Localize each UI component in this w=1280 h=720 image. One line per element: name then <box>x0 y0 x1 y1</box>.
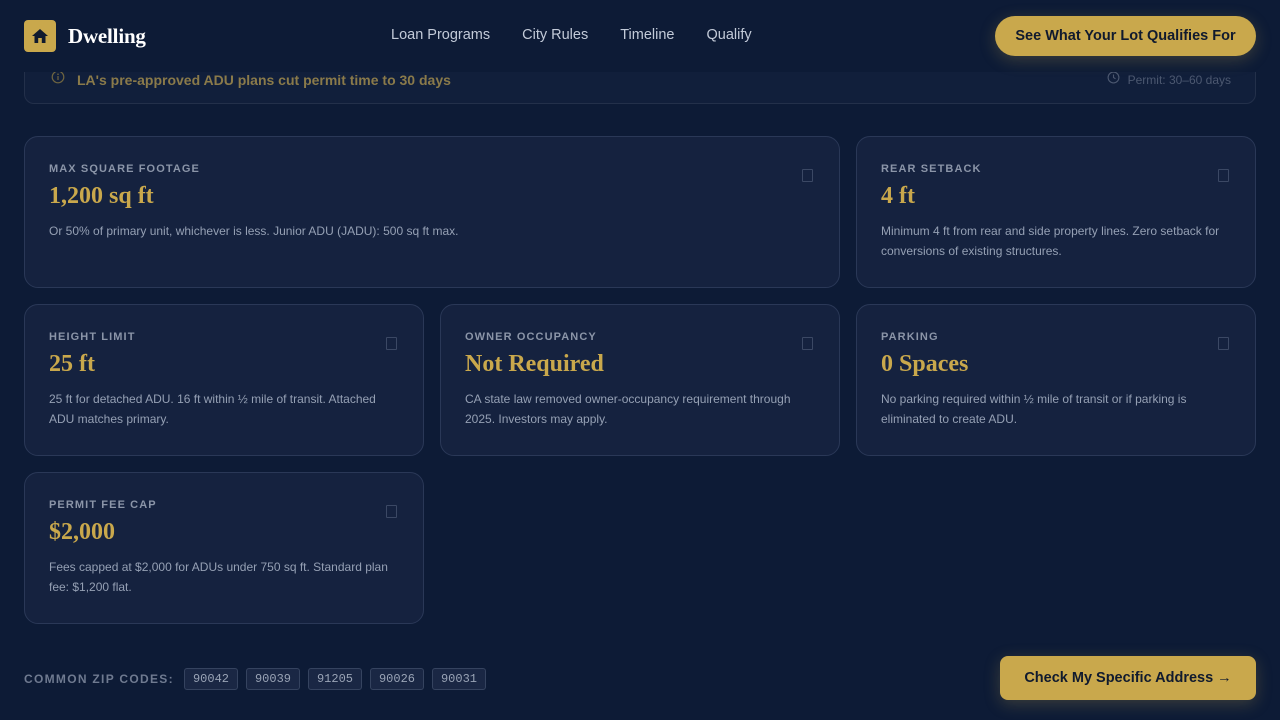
permit-text: Permit: 30–60 days <box>1127 73 1231 87</box>
nav-city-rules[interactable]: City Rules <box>522 27 588 43</box>
card-label: HEIGHT LIMIT <box>49 331 136 343</box>
card-description: Or 50% of primary unit, whichever is les… <box>49 223 459 238</box>
bookmark-icon[interactable] <box>386 505 397 518</box>
card-owner-occupancy: OWNER OCCUPANCY Not Required CA state la… <box>440 304 840 456</box>
zip-chip[interactable]: 90039 <box>246 668 300 690</box>
site-header: Dwelling Loan Programs City Rules Timeli… <box>0 0 1280 72</box>
card-value: 4 ft <box>881 183 915 209</box>
card-parking: PARKING 0 Spaces No parking required wit… <box>856 304 1256 456</box>
zip-chip[interactable]: 90042 <box>184 668 238 690</box>
card-label: PARKING <box>881 331 939 343</box>
zip-chip[interactable]: 90031 <box>432 668 486 690</box>
card-description: Minimum 4 ft from rear and side property… <box>881 223 1220 258</box>
brand-logo[interactable]: Dwelling <box>24 20 146 52</box>
card-max-square-footage: MAX SQUARE FOOTAGE 1,200 sq ft Or 50% of… <box>24 136 840 288</box>
card-value: Not Required <box>465 351 604 377</box>
clock-icon <box>1107 71 1120 89</box>
card-value: 25 ft <box>49 351 95 377</box>
notice-permit: Permit: 30–60 days <box>1107 71 1231 89</box>
card-label: REAR SETBACK <box>881 163 982 175</box>
nav-loan-programs[interactable]: Loan Programs <box>391 27 490 43</box>
card-value: $2,000 <box>49 519 115 545</box>
bookmark-icon[interactable] <box>802 169 813 182</box>
notice-info: LA's pre-approved ADU plans cut permit t… <box>51 70 451 89</box>
bookmark-icon[interactable] <box>386 337 397 350</box>
card-height-limit: HEIGHT LIMIT 25 ft 25 ft for detached AD… <box>24 304 424 456</box>
card-description: Fees capped at $2,000 for ADUs under 750… <box>49 559 388 594</box>
card-label: PERMIT FEE CAP <box>49 499 157 511</box>
zip-code-list: 90042 90039 91205 90026 90031 <box>184 668 494 690</box>
card-description: 25 ft for detached ADU. 16 ft within ½ m… <box>49 391 376 426</box>
card-value: 1,200 sq ft <box>49 183 154 209</box>
card-permit-fee-cap: PERMIT FEE CAP $2,000 Fees capped at $2,… <box>24 472 424 624</box>
info-icon <box>51 70 65 89</box>
check-address-button[interactable]: Check My Specific Address → <box>1000 656 1256 700</box>
card-label: OWNER OCCUPANCY <box>465 331 597 343</box>
card-value: 0 Spaces <box>881 351 969 377</box>
bookmark-icon[interactable] <box>1218 337 1229 350</box>
card-label: MAX SQUARE FOOTAGE <box>49 163 200 175</box>
brand-name: Dwelling <box>68 23 146 48</box>
card-description: CA state law removed owner-occupancy req… <box>465 391 791 426</box>
zip-chip[interactable]: 91205 <box>308 668 362 690</box>
house-icon <box>24 20 56 52</box>
card-rear-setback: REAR SETBACK 4 ft Minimum 4 ft from rear… <box>856 136 1256 288</box>
nav-qualify[interactable]: Qualify <box>706 27 751 43</box>
qualify-lot-button[interactable]: See What Your Lot Qualifies For <box>995 16 1256 56</box>
bookmark-icon[interactable] <box>1218 169 1229 182</box>
main-nav: Loan Programs City Rules Timeline Qualif… <box>391 27 784 43</box>
notice-text: LA's pre-approved ADU plans cut permit t… <box>77 71 451 88</box>
card-description: No parking required within ½ mile of tra… <box>881 391 1187 426</box>
zip-codes-label: COMMON ZIP CODES: <box>24 672 174 686</box>
bookmark-icon[interactable] <box>802 337 813 350</box>
nav-timeline[interactable]: Timeline <box>620 27 674 43</box>
zip-chip[interactable]: 90026 <box>370 668 424 690</box>
